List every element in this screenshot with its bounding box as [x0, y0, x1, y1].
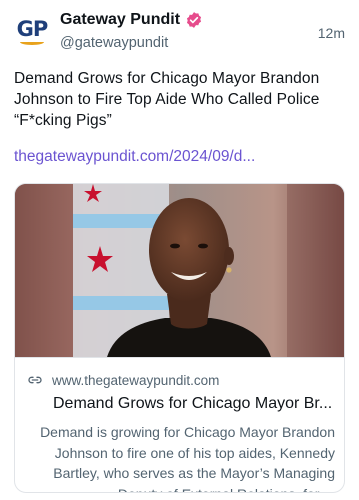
account-handle[interactable]: @gatewaypundit — [60, 35, 168, 51]
post[interactable]: GP Gateway Pundit @gatewaypundit 12m Dem… — [0, 0, 359, 500]
link-icon — [28, 376, 42, 384]
link-card-title[interactable]: Demand Grows for Chicago Mayor Br... — [53, 395, 337, 413]
avatar-swoosh — [20, 39, 44, 45]
avatar[interactable]: GP — [14, 14, 50, 50]
post-timestamp[interactable]: 12m — [318, 25, 345, 41]
link-card-domain: www.thegatewaypundit.com — [52, 372, 220, 388]
display-name[interactable]: Gateway Pundit — [60, 11, 180, 29]
portrait-photo — [15, 184, 344, 357]
avatar-logo-text: GP — [16, 17, 49, 41]
link-card-body[interactable]: www.thegatewaypundit.com Demand Grows fo… — [15, 357, 344, 492]
link-card-image[interactable] — [15, 184, 344, 357]
name-row: Gateway Pundit — [60, 11, 203, 29]
verified-badge-icon — [186, 12, 202, 28]
link-card-domain-row: www.thegatewaypundit.com — [27, 372, 219, 388]
link-card[interactable]: www.thegatewaypundit.com Demand Grows fo… — [14, 183, 345, 493]
post-text: Demand Grows for Chicago Mayor Brandon J… — [14, 70, 320, 129]
post-link[interactable]: thegatewaypundit.com/2024/09/d... — [14, 148, 255, 166]
link-card-description: Demand is growing for Chicago Mayor Bran… — [40, 424, 335, 492]
